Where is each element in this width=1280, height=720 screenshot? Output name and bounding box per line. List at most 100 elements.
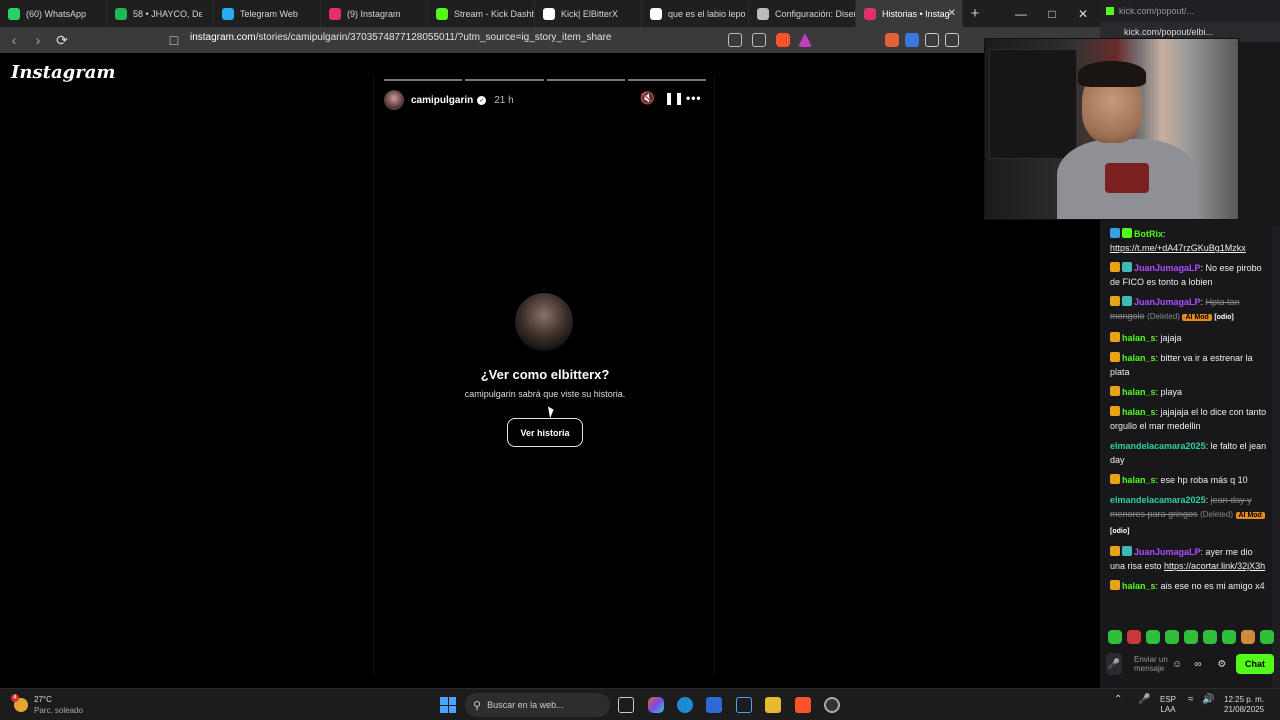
chat-username[interactable]: elmandelacamara2025 [1110,495,1206,505]
gear-icon [757,7,769,20]
taskbar-search-input: Buscar en la web... [487,700,564,710]
url-field[interactable]: instagram.com/stories/camipulgarin/37035… [190,32,611,43]
browser-tab[interactable]: Configuración: Diseñ [749,0,856,27]
sidebar-icon[interactable] [945,33,959,47]
chat-username[interactable]: JuanJumagaLP [1134,547,1201,557]
browser-tab-label: Stream - Kick Dashb [454,8,535,19]
new-tab-button[interactable]: + [963,0,987,27]
reload-icon[interactable]: ⟳ [52,30,72,50]
close-tab-icon[interactable]: ✕ [948,8,956,19]
instagram-logo[interactable]: Instagram [11,62,115,83]
browser-tab[interactable]: Telegram Web [214,0,321,27]
volume-icon[interactable]: 🔊 [1202,695,1214,705]
chat-link[interactable]: https://acortar.link/32jX3h [1164,561,1265,571]
back-icon[interactable]: ‹ [4,30,24,50]
emote-icon[interactable] [1222,630,1236,644]
file-explorer-icon[interactable] [765,697,781,713]
chat-username[interactable]: halan_s [1122,581,1156,591]
chat-message: halan_s: ais ese no es mi amigo x4 [1110,579,1270,593]
bookmark-icon[interactable]: □ [164,30,184,50]
emoji-icon[interactable]: ☺ [1172,659,1182,670]
chat-message: halan_s: playa [1110,385,1270,399]
brave-shield-icon[interactable] [776,33,790,47]
browser-tab-label: Kick| ElBitterX [561,8,618,19]
chat-username[interactable]: halan_s [1122,353,1156,363]
browser-tab[interactable]: (60) WhatsApp [0,0,107,27]
maximize-button[interactable]: □ [1037,0,1067,27]
clock-date: 21/08/2025 [1224,705,1265,714]
emote-icon[interactable] [1241,630,1255,644]
share-icon[interactable]: ∞ [1194,659,1201,670]
chat-link[interactable]: https://t.me/+dA47rzGKuBg1Mzkx [1110,243,1246,253]
instagram-icon [329,7,341,20]
emote-icon[interactable] [1165,630,1179,644]
crown-badge-icon [1110,580,1120,590]
extension-fox-icon[interactable] [885,33,899,47]
browser-tab[interactable]: Historias • Instag ✕ [856,0,963,27]
extensions-icon[interactable] [925,33,939,47]
forward-icon[interactable]: › [28,30,48,50]
more-options-icon[interactable]: ••• [686,91,702,105]
chat-username[interactable]: halan_s [1122,407,1156,417]
share-icon[interactable] [752,33,766,47]
task-view-icon[interactable] [618,697,634,713]
chat-send-button[interactable]: Chat [1236,654,1274,674]
story-avatar[interactable] [384,90,404,110]
emote-icon[interactable] [1184,630,1198,644]
verified-badge-icon [1122,228,1132,238]
taskbar-search[interactable]: ⚲ Buscar en la web... [465,693,610,717]
view-story-button[interactable]: Ver historia [507,418,583,447]
edge-icon[interactable] [677,697,693,713]
minimize-button[interactable]: — [1006,0,1036,27]
microphone-icon[interactable]: 🎤 [1106,653,1122,675]
weather-widget[interactable]: 4 27°C Parc. soleado [11,694,83,716]
chat-input[interactable]: Enviar un mensaje [1134,655,1168,673]
crown-badge-icon [1110,474,1120,484]
close-window-button[interactable]: ✕ [1068,0,1098,27]
telegram-icon [222,7,234,20]
store-icon[interactable] [706,697,722,713]
translate-icon[interactable] [905,33,919,47]
install-app-icon[interactable] [728,33,742,47]
story-username[interactable]: camipulgarin [411,95,473,106]
copilot-icon[interactable] [648,697,664,713]
windows-start-icon[interactable] [440,697,456,713]
microphone-tray-icon[interactable]: 🎤 [1138,695,1150,705]
emote-icon[interactable] [1203,630,1217,644]
chat-username[interactable]: JuanJumagaLP [1134,297,1201,307]
tiktok-icon [543,7,555,20]
browser-tab[interactable]: 58 • JHAYCO, Dε [107,0,214,27]
webcam-shirt-logo [1105,163,1149,193]
clock[interactable]: 12:25 p. m. 21/08/2025 [1224,695,1264,715]
chat-username[interactable]: halan_s [1122,387,1156,397]
chat-input-row: 🎤 Enviar un mensaje ☺ ∞ ⚙ Chat [1106,650,1274,678]
browser-tab[interactable]: (9) Instagram [321,0,428,27]
obs-icon[interactable] [824,697,840,713]
emote-icon[interactable] [1127,630,1141,644]
language-indicator[interactable]: ESP LAA [1160,695,1176,715]
chat-username[interactable]: halan_s [1122,333,1156,343]
chat-username[interactable]: halan_s [1122,475,1156,485]
chat-username[interactable]: BotRix [1134,229,1163,239]
chat-username[interactable]: JuanJumagaLP [1134,263,1201,273]
emote-icon[interactable] [1108,630,1122,644]
progress-segment [384,79,463,81]
kick-icon [1106,7,1114,15]
snipping-tool-icon[interactable] [736,697,752,713]
chat-scrollbar[interactable] [1272,226,1280,688]
pause-icon[interactable]: ❚❚ [664,91,684,105]
brave-rewards-icon[interactable] [798,33,812,47]
tray-arrow-icon[interactable]: ⌃ [1114,695,1122,705]
settings-gear-icon[interactable]: ⚙ [1217,659,1226,670]
browser-tab[interactable]: Stream - Kick Dashb [428,0,535,27]
chat-username[interactable]: elmandelacamara2025 [1110,441,1206,451]
brave-browser-icon[interactable] [795,697,811,713]
wifi-icon[interactable]: ≈ [1188,695,1194,705]
emote-icon[interactable] [1260,630,1274,644]
emote-icon[interactable] [1146,630,1160,644]
browser-tab[interactable]: Kick| ElBitterX [535,0,642,27]
browser-tab[interactable]: que es el labio lepo [642,0,749,27]
windows-taskbar: 4 27°C Parc. soleado ⚲ Buscar en la web..… [0,688,1280,720]
mute-icon[interactable]: 🔇 [640,91,655,105]
deleted-tag: (Deleted) [1200,510,1233,519]
